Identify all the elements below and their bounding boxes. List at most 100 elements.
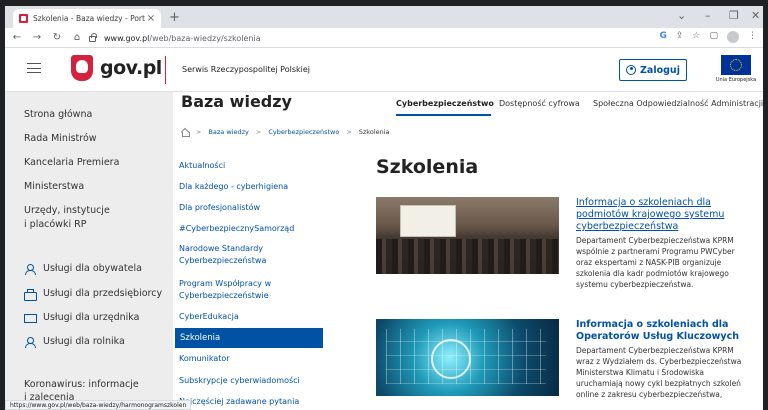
hamburger-menu-icon[interactable]: [27, 63, 41, 73]
article-2-desc-line-2: wraz z Wydziałem ds. Cyberbezpieczeństwa: [576, 357, 742, 366]
person-icon: [24, 263, 36, 275]
article-2-desc-line-3: Ministerstwa Klimatu i Środowiska: [576, 368, 704, 377]
article-1-desc-line-1: Departament Cyberbezpieczeństwa KPRM: [576, 236, 734, 245]
briefcase-icon: [24, 288, 37, 301]
article-1-title-line-1[interactable]: Informacja o szkoleniach dla: [576, 197, 751, 209]
network-technology-image[interactable]: [376, 319, 559, 396]
login-label: Zaloguj: [640, 64, 680, 76]
close-window-icon[interactable]: ✕: [751, 9, 760, 22]
article-1-title-line-2[interactable]: podmiotów krajowego systemu: [576, 209, 751, 221]
service-name: Serwis Rzeczypospolitej Polskiej: [182, 65, 310, 74]
breadcrumb-current: Szkolenia: [358, 128, 390, 136]
sidebar-service-official[interactable]: Usługi dla urzędnika: [24, 311, 139, 325]
subnav-subscriptions[interactable]: Subskrypcje cyberwiadomości: [179, 375, 300, 387]
sidebar-item-offices-line2[interactable]: i placówki RP: [24, 218, 86, 232]
sidebar-service-farmer[interactable]: Usługi dla rolnika: [24, 335, 125, 349]
breadcrumb-separator: >: [196, 128, 202, 136]
tab-close-icon[interactable]: ×: [145, 13, 157, 24]
reload-icon[interactable]: ↻: [49, 32, 65, 43]
gov-favicon-icon: [19, 14, 28, 23]
new-tab-icon[interactable]: +: [169, 10, 180, 25]
gov-site: gov.pl Serwis Rzeczypospolitej Polskiej …: [5, 48, 763, 410]
logo-text: gov.pl: [100, 57, 162, 79]
article-2-title-line-1[interactable]: Informacja o szkoleniach dla: [576, 319, 751, 331]
browser-tab[interactable]: Szkolenia - Baza wiedzy - Portal ×: [13, 9, 161, 28]
url-host: www.gov.pl: [104, 33, 150, 43]
sidebar-item-covid[interactable]: Koronawirus: informacje: [24, 378, 139, 392]
breadcrumb-separator: >: [346, 128, 352, 136]
sidepanel-icon[interactable]: ▢: [709, 31, 718, 43]
tab-title: Szkolenia - Baza wiedzy - Portal: [33, 14, 145, 23]
toolbar-actions: G ⇪ ☆ ▢ ⋮: [659, 31, 757, 43]
subnav-cooperation-program-line2[interactable]: Cyberbezpieczeństwie: [179, 290, 269, 302]
subnav-cyberhygiene[interactable]: Dla każdego - cyberhigiena: [179, 181, 288, 193]
tab-search-icon[interactable]: ⌄: [677, 9, 686, 22]
subnav-news[interactable]: Aktualności: [179, 160, 225, 172]
sidebar-item-council[interactable]: Rada Ministrów: [24, 132, 97, 146]
service-label: Usługi dla obywatela: [43, 263, 142, 274]
breadcrumb-item[interactable]: Baza wiedzy: [208, 128, 248, 136]
article-1-desc-line-2: wspólnie z partnerami Programu PWCyber: [576, 247, 735, 256]
sidebar-service-business[interactable]: Usługi dla przedsiębiorcy: [24, 287, 162, 301]
status-bar-url: https://www.gov.pl/web/baza-wiedzy/harmo…: [5, 400, 192, 410]
topnav-cybersecurity[interactable]: Cyberbezpieczeństwo: [396, 99, 494, 108]
page-title: Baza wiedzy: [181, 92, 292, 111]
site-header: gov.pl Serwis Rzeczypospolitej Polskiej …: [5, 48, 763, 92]
subnav-communicator[interactable]: Komunikator: [179, 353, 230, 365]
breadcrumb-separator: >: [255, 128, 262, 136]
home-icon[interactable]: [181, 129, 190, 137]
eu-label: Unia Europejska: [715, 77, 757, 83]
subnav-local-government[interactable]: #CyberbezpiecznySamorząd: [179, 223, 294, 235]
topnav-accessibility[interactable]: Dostępność cyfrowa: [499, 99, 580, 108]
article-1-desc-line-5: systemu cyberbezpieczeństwa.: [576, 280, 694, 289]
subnav-national-standards[interactable]: Narodowe Standardy: [179, 243, 263, 255]
topnav-active-indicator: [396, 114, 491, 116]
home-button-icon[interactable]: ⌂: [69, 32, 85, 43]
conference-room-image[interactable]: [376, 197, 559, 274]
subnav-professionals[interactable]: Dla profesjonalistów: [179, 202, 260, 214]
sidebar-item-offices[interactable]: Urzędy, instytucje: [24, 204, 110, 218]
forward-icon[interactable]: →: [29, 32, 45, 43]
profile-avatar-icon[interactable]: [727, 31, 739, 43]
address-bar[interactable]: www.gov.pl/web/baza-wiedzy/szkolenia: [89, 30, 689, 46]
eagle-emblem-icon: [71, 55, 93, 81]
monitor-icon: [24, 313, 37, 324]
service-label: Usługi dla przedsiębiorcy: [43, 288, 163, 299]
sidebar-item-chancellery[interactable]: Kancelaria Premiera: [24, 156, 119, 170]
user-circle-icon: [626, 65, 637, 75]
article-1-desc-line-3: oraz ekspertami z NASK-PIB organizuje: [576, 258, 722, 267]
google-translate-icon[interactable]: G: [659, 31, 666, 43]
eu-logo: Unia Europejska: [713, 55, 759, 83]
article-2-desc-line-5: online z zakresu cyberbezpieczeństwa,: [576, 390, 723, 399]
bookmark-star-icon[interactable]: ☆: [692, 31, 700, 43]
article-2-desc-line-1: Departament Cyberbezpieczeństwa KPRM: [576, 346, 734, 355]
sidebar-item-home[interactable]: Strona główna: [24, 108, 92, 122]
subnav-cyber-education[interactable]: CyberEdukacja: [179, 311, 239, 323]
subnav-national-standards-line2[interactable]: Cyberbezpieczeństwa: [179, 255, 266, 267]
minimize-icon[interactable]: –: [705, 9, 711, 22]
browser-tab-strip: Szkolenia - Baza wiedzy - Portal × + ⌄ –…: [5, 6, 763, 28]
article-1-desc-line-4: szkolenia dla kadr podmiotów krajowego: [576, 269, 729, 278]
sidebar-item-ministries[interactable]: Ministerstwa: [24, 180, 84, 194]
maximize-icon[interactable]: ❐: [729, 9, 739, 22]
breadcrumb: > Baza wiedzy > Cyberbezpieczeństwo > Sz…: [181, 128, 390, 137]
browser-toolbar: ← → ↻ ⌂ www.gov.pl/web/baza-wiedzy/szkol…: [5, 28, 763, 48]
logo-divider: [165, 56, 166, 84]
section-title: Szkolenia: [376, 156, 479, 178]
lock-icon: [89, 33, 97, 42]
menu-kebab-icon[interactable]: ⋮: [748, 31, 757, 43]
login-button[interactable]: Zaloguj: [619, 59, 687, 81]
subnav-trainings-active[interactable]: Szkolenia: [175, 328, 323, 348]
article-2-title-line-2[interactable]: Operatorów Usług Kluczowych: [576, 331, 751, 343]
eu-flag-icon: [721, 55, 751, 75]
share-icon[interactable]: ⇪: [676, 31, 684, 43]
breadcrumb-item[interactable]: Cyberbezpieczeństwo: [268, 128, 339, 136]
article-1-title-line-3[interactable]: cyberbezpieczeństwa: [576, 221, 751, 233]
subnav-faq[interactable]: Najczęściej zadawane pytania: [179, 396, 299, 408]
back-icon[interactable]: ←: [9, 32, 25, 43]
gov-logo[interactable]: gov.pl: [71, 55, 162, 81]
topnav-social-responsibility[interactable]: Społeczna Odpowiedzialność Administracji: [593, 99, 763, 108]
sidebar-service-citizen[interactable]: Usługi dla obywatela: [24, 262, 142, 276]
service-label: Usługi dla rolnika: [43, 336, 125, 347]
subnav-cooperation-program[interactable]: Program Współpracy w: [179, 278, 271, 290]
